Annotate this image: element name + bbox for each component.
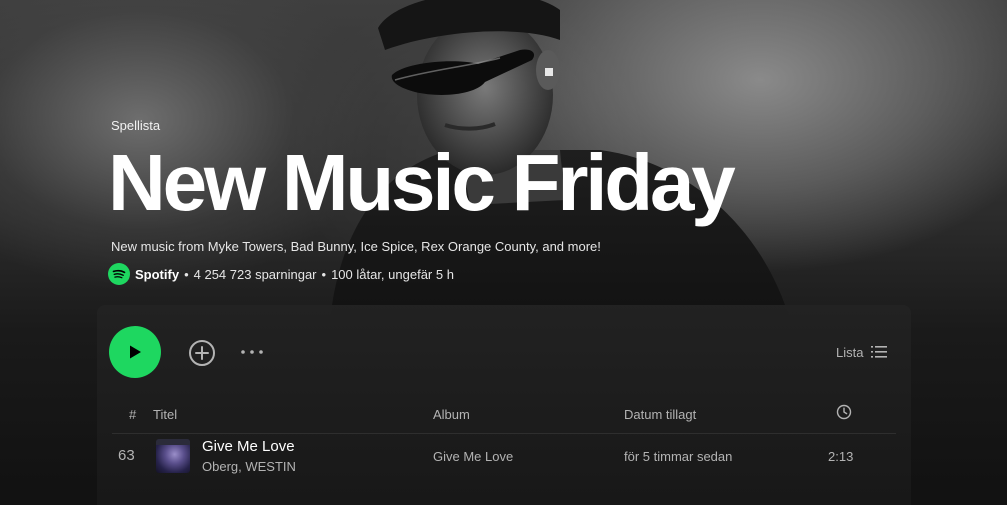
track-cover-image — [156, 439, 190, 473]
play-button[interactable] — [109, 326, 161, 378]
spotify-logo-icon[interactable] — [108, 263, 130, 285]
column-header-date-added[interactable]: Datum tillagt — [624, 407, 696, 422]
track-date-added: för 5 timmar sedan — [624, 449, 733, 464]
track-table-header: # Titel Album Datum tillagt — [97, 403, 911, 427]
column-header-title[interactable]: Titel — [153, 407, 177, 422]
header-divider — [112, 433, 896, 434]
track-number: 63 — [118, 447, 135, 464]
playlist-title: New Music Friday — [108, 138, 736, 227]
playlist-owner-link[interactable]: Spotify — [135, 267, 179, 282]
meta-separator: • — [321, 266, 327, 282]
track-artists-link[interactable]: Oberg, WESTIN — [202, 459, 296, 474]
clock-icon — [836, 404, 852, 420]
playlist-type-label: Spellista — [111, 118, 161, 133]
view-mode-toggle[interactable]: Lista — [836, 342, 888, 362]
list-view-icon — [871, 346, 888, 358]
more-horizontal-icon — [241, 350, 263, 354]
track-duration: 2:13 — [828, 449, 854, 464]
track-title-link[interactable]: Give Me Love — [202, 438, 295, 455]
table-row[interactable]: 63 Give Me Love Oberg, WESTIN Give Me Lo… — [97, 436, 911, 476]
more-options-button[interactable] — [239, 342, 267, 362]
playlist-summary: 100 låtar, ungefär 5 h — [331, 266, 454, 282]
track-album-link[interactable]: Give Me Love — [433, 449, 513, 464]
playlist-saves: 4 254 723 sparningar — [193, 266, 317, 282]
column-header-album[interactable]: Album — [433, 407, 470, 422]
column-header-duration[interactable] — [836, 404, 852, 423]
play-icon — [130, 345, 141, 359]
playlist-meta: Spotify • 4 254 723 sparningar • 100 låt… — [108, 263, 454, 285]
playlist-description: New music from Myke Towers, Bad Bunny, I… — [111, 239, 601, 254]
add-to-library-button[interactable] — [187, 338, 217, 368]
meta-separator: • — [184, 266, 189, 282]
add-circle-icon — [189, 340, 215, 366]
view-mode-label: Lista — [836, 344, 864, 360]
column-header-number: # — [129, 407, 137, 422]
